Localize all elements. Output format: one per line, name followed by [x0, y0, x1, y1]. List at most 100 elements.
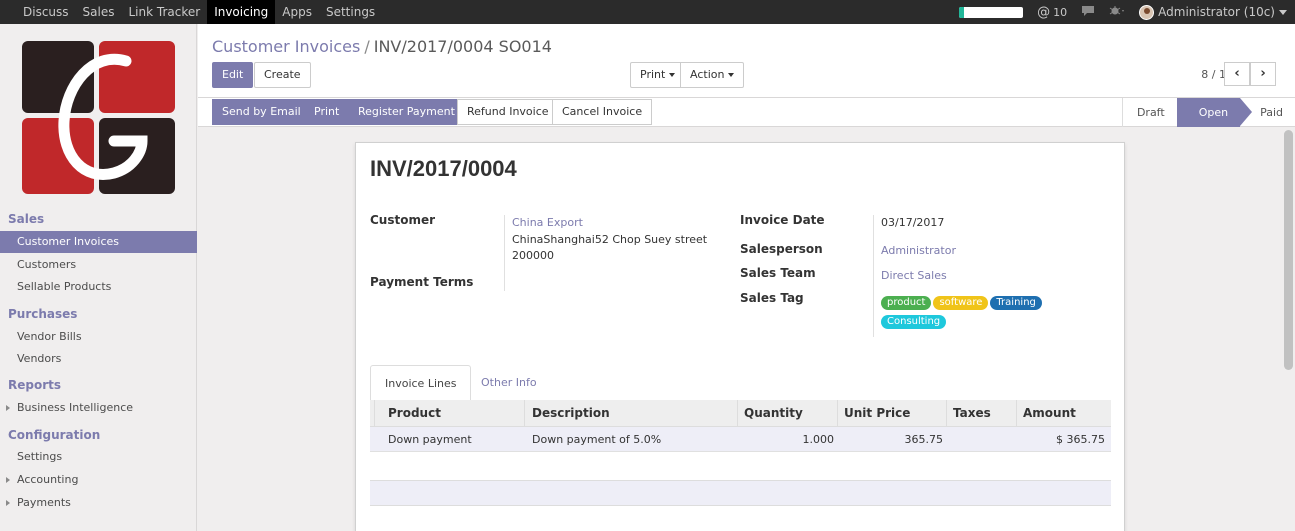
send-by-email-button[interactable]: Send by Email [212, 99, 311, 125]
sales-team-link[interactable]: Direct Sales [881, 269, 947, 282]
form-header: Send by Email Print Register Payment Ref… [198, 98, 1295, 127]
tag-badge[interactable]: Training [990, 296, 1042, 310]
at-icon: @ [1037, 4, 1051, 20]
invoice-date-label: Invoice Date [740, 213, 825, 227]
invoice-number: INV/2017/0004 [370, 156, 517, 181]
table-row[interactable]: Down payment Down payment of 5.0% 1.000 … [370, 427, 1111, 452]
caret-down-icon [724, 68, 734, 81]
menu-settings[interactable]: Settings [319, 0, 382, 24]
tag-badge[interactable]: software [933, 296, 989, 310]
breadcrumb: Customer Invoices / INV/2017/0004 SO014 [212, 37, 552, 56]
menu-invoicing[interactable]: Invoicing [207, 0, 276, 24]
pager-previous-button[interactable]: ‹ [1224, 62, 1250, 86]
tab-invoice-lines[interactable]: Invoice Lines [370, 365, 472, 401]
sidebar-item-payments[interactable]: Payments [0, 492, 197, 514]
column-header-product[interactable]: Product [374, 400, 522, 427]
create-button[interactable]: Create [254, 62, 311, 88]
sidebar-item-business-intelligence[interactable]: Business Intelligence [0, 397, 197, 419]
stage-draft[interactable]: Draft [1121, 98, 1177, 127]
sidebar-item-customer-invoices[interactable]: Customer Invoices [0, 231, 197, 253]
menu-link-tracker[interactable]: Link Tracker [122, 0, 208, 24]
sidebar-item-accounting[interactable]: Accounting [0, 469, 197, 491]
notebook-tabs: Invoice Lines Other Info [370, 365, 1111, 401]
chat-icon[interactable] [1081, 5, 1095, 20]
sidebar-section-purchases: Purchases [8, 307, 78, 321]
field-divider [504, 215, 505, 291]
sidebar-item-settings[interactable]: Settings [0, 446, 197, 468]
main-content: Customer Invoices / INV/2017/0004 SO014 Ed… [198, 24, 1295, 531]
action-dropdown[interactable]: Action [680, 62, 745, 88]
tab-other-info[interactable]: Other Info [467, 365, 551, 401]
breadcrumb-current: INV/2017/0004 SO014 [373, 37, 552, 56]
progress-fill [959, 6, 965, 18]
sidebar-item-vendors[interactable]: Vendors [0, 348, 197, 370]
company-logo [22, 41, 175, 194]
user-menu[interactable]: Administrator (10c) [1139, 4, 1287, 20]
invoice-lines-header: Product Description Quantity Unit Price … [370, 400, 1111, 427]
invoice-sheet: INV/2017/0004 Customer China Export Chin… [355, 142, 1125, 531]
sidebar-item-sellable-products[interactable]: Sellable Products [0, 276, 197, 298]
register-payment-button[interactable]: Register Payment [348, 99, 465, 125]
print-dropdown[interactable]: Print [630, 62, 686, 88]
column-header-description[interactable]: Description [524, 400, 736, 427]
top-navbar: Discuss Sales Link Tracker Invoicing App… [0, 0, 1295, 24]
action-dropdown-label: Action [690, 68, 725, 81]
menu-apps[interactable]: Apps [275, 0, 319, 24]
avatar [1139, 4, 1155, 20]
chevron-down-icon [1279, 9, 1287, 15]
payment-terms-label: Payment Terms [370, 275, 474, 289]
systray: @10 Administrator (10c) [959, 0, 1287, 24]
cancel-invoice-button[interactable]: Cancel Invoice [552, 99, 653, 125]
column-header-amount[interactable]: Amount [1016, 400, 1111, 427]
sales-team-label: Sales Team [740, 266, 816, 280]
customer-address-line-1: ChinaShanghai52 Chop Suey street [512, 233, 708, 246]
invoice-date-value: 03/17/2017 [881, 216, 945, 229]
column-header-quantity[interactable]: Quantity [737, 400, 837, 427]
cell-amount: $ 365.75 [1056, 433, 1105, 446]
customer-address-line-2: 200000 [512, 249, 554, 262]
sidebar-item-vendor-bills[interactable]: Vendor Bills [0, 326, 197, 348]
edit-button[interactable]: Edit [212, 62, 254, 88]
refund-invoice-button[interactable]: Refund Invoice [457, 99, 559, 125]
customer-label: Customer [370, 213, 436, 227]
field-divider [873, 215, 874, 337]
scrollbar[interactable] [1282, 128, 1295, 531]
column-header-unit-price[interactable]: Unit Price [837, 400, 946, 427]
planner-progress-bar[interactable] [959, 6, 1024, 18]
print-dropdown-label: Print [640, 68, 666, 81]
cell-unit-price: 365.75 [904, 433, 944, 446]
menu-sales[interactable]: Sales [76, 0, 122, 24]
breadcrumb-separator: / [364, 37, 370, 56]
user-name: Administrator (10c) [1158, 5, 1275, 19]
salesperson-link[interactable]: Administrator [881, 244, 956, 257]
app-sidebar: Sales Customer Invoices Customers Sellab… [0, 24, 197, 531]
cell-taxes [946, 427, 1016, 452]
form-sheet-background: INV/2017/0004 Customer China Export Chin… [198, 128, 1282, 531]
control-panel: Customer Invoices / INV/2017/0004 SO014 Ed… [198, 24, 1295, 98]
cell-description: Down payment of 5.0% [532, 433, 662, 446]
sidebar-section-configuration: Configuration [8, 428, 101, 442]
sidebar-item-customers[interactable]: Customers [0, 254, 197, 276]
caret-down-icon [665, 68, 675, 81]
print-invoice-button[interactable]: Print [304, 99, 350, 125]
customer-link[interactable]: China Export [512, 216, 583, 229]
tag-badge[interactable]: product [881, 296, 932, 310]
stage-open[interactable]: Open [1176, 98, 1253, 127]
sales-tag-label: Sales Tag [740, 291, 804, 305]
mentions-count: 10 [1053, 5, 1068, 19]
invoice-lines-footer [370, 480, 1111, 506]
sidebar-section-reports: Reports [8, 378, 62, 392]
tag-badge[interactable]: Consulting [881, 315, 947, 329]
mentions-indicator[interactable]: @10 [1037, 5, 1067, 20]
breadcrumb-parent[interactable]: Customer Invoices [212, 37, 360, 56]
debug-bug-icon[interactable] [1109, 5, 1125, 20]
cell-quantity: 1.000 [802, 433, 835, 446]
top-menu: Discuss Sales Link Tracker Invoicing App… [0, 0, 382, 24]
salesperson-label: Salesperson [740, 242, 823, 256]
sidebar-section-sales: Sales [8, 212, 45, 226]
pager-next-button[interactable]: › [1250, 62, 1276, 86]
cell-product: Down payment [388, 433, 472, 446]
menu-discuss[interactable]: Discuss [16, 0, 76, 24]
scrollbar-thumb[interactable] [1284, 130, 1293, 370]
column-header-taxes[interactable]: Taxes [946, 400, 1016, 427]
